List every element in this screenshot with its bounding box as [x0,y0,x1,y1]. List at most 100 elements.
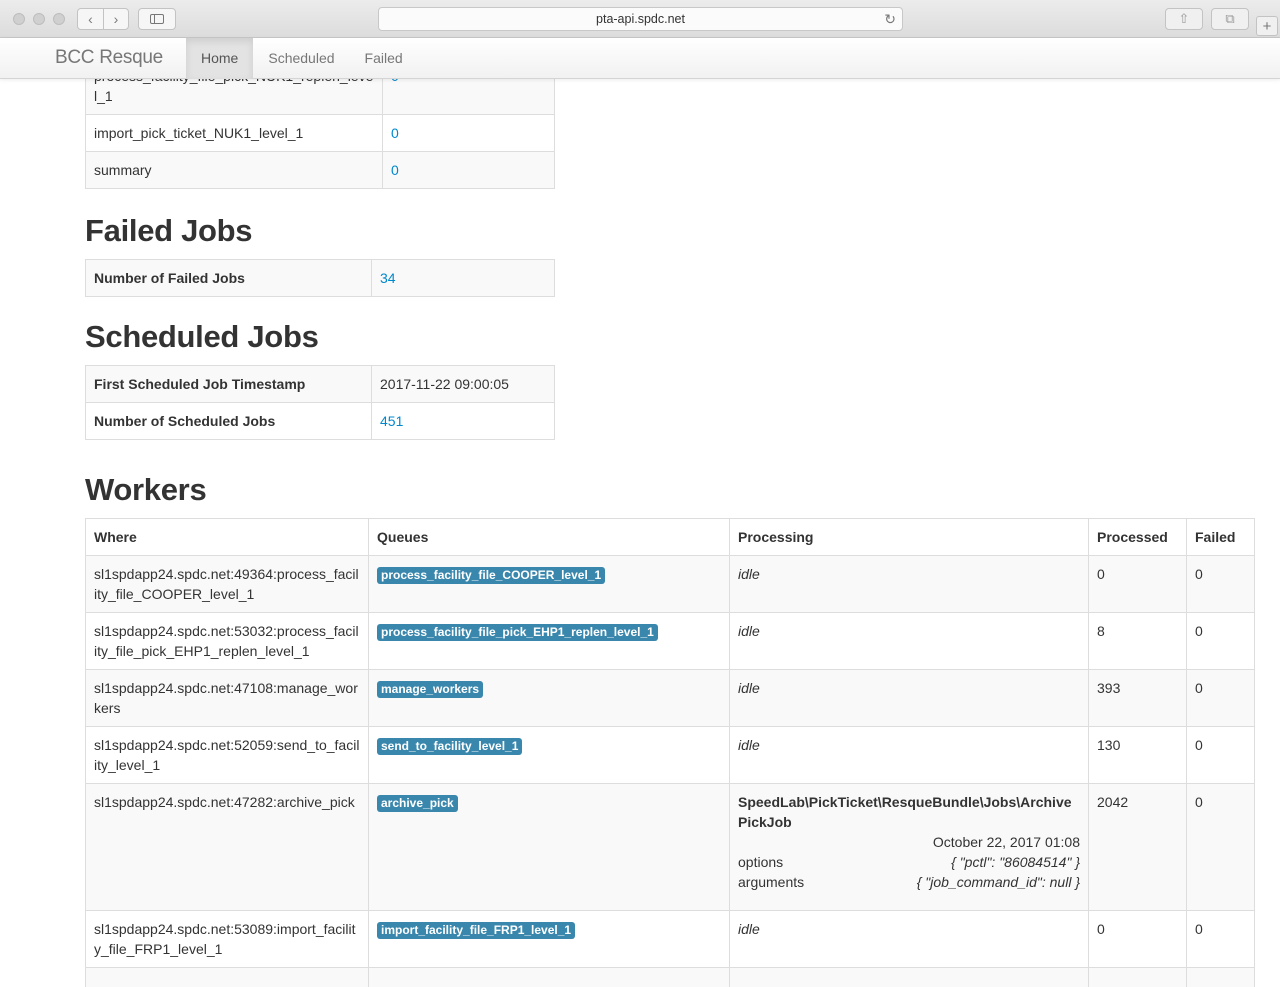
table-row: sl1spdapp24.spdc.net:53032:process_facil… [85,612,1255,670]
worker-processing [729,967,1089,987]
column-header-queues: Queues [368,518,730,556]
worker-processing: idle [729,726,1089,784]
queues-table: process_facility_file_pick_NUK1_replen_l… [85,79,555,189]
table-row: process_facility_file_pick_NUK1_replen_l… [85,79,555,115]
sidebar-toggle-button[interactable] [138,8,176,30]
nav-item-scheduled[interactable]: Scheduled [253,38,349,79]
job-timestamp: October 22, 2017 01:08 [932,834,1080,850]
failed-jobs-value: 34 [371,259,555,297]
queue-count-link[interactable]: 0 [391,79,399,84]
plus-icon: + [1262,17,1272,35]
forward-button[interactable]: › [103,9,128,29]
brand-link[interactable]: BCC Resque [55,47,163,69]
worker-where: sl1spdapp24.spdc.net:49364:process_facil… [85,555,369,613]
worker-processing: idle [729,910,1089,968]
worker-queues: send_to_facility_level_1 [368,726,730,784]
scheduled-jobs-table: First Scheduled Job Timestamp 2017-11-22… [85,365,555,440]
worker-where: sl1spdapp24.spdc.net:47282:archive_pick [85,783,369,911]
queue-count: 0 [382,151,555,189]
queue-badge[interactable]: send_to_facility_level_1 [377,738,523,755]
job-class-name: SpeedLab\PickTicket\ResqueBundle\Jobs\Ar… [738,794,1072,830]
worker-queues: process_facility_file_COOPER_level_1 [368,555,730,613]
queue-badge[interactable]: manage_workers [377,681,484,698]
worker-processing: idle [729,669,1089,727]
worker-failed: 0 [1186,783,1255,911]
job-options: options { "pctl": "86084514" } [738,852,1080,872]
scheduled-jobs-heading: Scheduled Jobs [85,319,319,354]
workers-table-body: sl1spdapp24.spdc.net:49364:process_facil… [85,555,1255,987]
share-icon: ⇧ [1178,11,1190,26]
queue-name[interactable]: summary [85,151,383,189]
worker-where: sl1spdapp24.spdc.net:53089:import_facili… [85,910,369,968]
worker-where: sl1spdapp24.spdc.net:53032:process_facil… [85,612,369,670]
close-window-button[interactable] [13,13,25,25]
worker-processing: SpeedLab\PickTicket\ResqueBundle\Jobs\Ar… [729,783,1089,911]
table-row: sl1spdapp24.spdc.net:49364:process_facil… [85,555,1255,613]
back-button[interactable]: ‹ [78,9,103,29]
chevron-left-icon: ‹ [88,11,93,27]
history-buttons: ‹ › [77,8,129,30]
queue-name[interactable]: import_pick_ticket_NUK1_level_1 [85,114,383,152]
app-navbar: BCC Resque Home Scheduled Failed [0,38,1280,79]
address-bar[interactable]: pta-api.spdc.net ↻ [378,7,903,31]
workers-heading: Workers [85,472,207,507]
queue-name[interactable]: process_facility_file_pick_NUK1_replen_l… [85,79,383,115]
queue-badge[interactable]: process_facility_file_pick_EHP1_replen_l… [377,624,658,641]
sidebar-icon [150,14,164,24]
nav-item-failed[interactable]: Failed [350,38,418,79]
table-row [85,967,1255,987]
worker-processed: 393 [1088,669,1187,727]
queue-badge[interactable]: archive_pick [377,795,458,812]
scheduled-count-link[interactable]: 451 [380,413,403,429]
queue-count-link[interactable]: 0 [391,162,399,178]
url-text: pta-api.spdc.net [596,12,685,26]
content-container: process_facility_file_pick_NUK1_replen_l… [85,79,1255,987]
scheduled-count-label: Number of Scheduled Jobs [85,402,372,440]
worker-where: sl1spdapp24.spdc.net:47108:manage_worker… [85,669,369,727]
worker-queues: process_facility_file_pick_EHP1_replen_l… [368,612,730,670]
nav-menu: Home Scheduled Failed [186,38,418,79]
new-tab-button[interactable]: + [1256,16,1278,36]
worker-failed: 0 [1186,555,1255,613]
worker-processed: 0 [1088,555,1187,613]
worker-failed [1186,967,1255,987]
failed-jobs-table: Number of Failed Jobs 34 [85,259,555,297]
show-tabs-button[interactable]: ⧉ [1211,8,1249,30]
worker-processed [1088,967,1187,987]
table-row: Number of Scheduled Jobs 451 [85,402,555,440]
first-scheduled-value: 2017-11-22 09:00:05 [371,365,555,403]
workers-table: Where Queues Processing Processed Failed [85,518,1255,556]
job-options-value: { "pctl": "86084514" } [951,854,1080,870]
share-button[interactable]: ⇧ [1165,8,1203,30]
nav-item-home[interactable]: Home [186,38,254,79]
job-arguments-value: { "job_command_id": null } [916,874,1080,890]
job-arguments-label: arguments [738,874,805,890]
worker-processing: idle [729,555,1089,613]
failed-jobs-link[interactable]: 34 [380,270,396,286]
worker-failed: 0 [1186,612,1255,670]
worker-processed: 0 [1088,910,1187,968]
queue-count-link[interactable]: 0 [391,125,399,141]
zoom-window-button[interactable] [53,13,65,25]
reload-icon[interactable]: ↻ [884,11,896,28]
worker-processed: 8 [1088,612,1187,670]
queue-badge[interactable]: process_facility_file_COOPER_level_1 [377,567,606,584]
failed-jobs-label: Number of Failed Jobs [85,259,372,297]
scheduled-count-value: 451 [371,402,555,440]
column-header-where: Where [85,518,369,556]
minimize-window-button[interactable] [33,13,45,25]
page-content[interactable]: process_facility_file_pick_NUK1_replen_l… [0,79,1280,987]
column-header-failed: Failed [1186,518,1255,556]
worker-failed: 0 [1186,669,1255,727]
worker-queues [368,967,730,987]
table-row: sl1spdapp24.spdc.net:47282:archive_pick … [85,783,1255,911]
worker-where [85,967,369,987]
worker-processed: 2042 [1088,783,1187,911]
table-row: sl1spdapp24.spdc.net:47108:manage_worker… [85,669,1255,727]
queue-count: 0 [382,114,555,152]
table-row: summary 0 [85,151,555,189]
tabs-icon: ⧉ [1225,11,1235,26]
worker-failed: 0 [1186,726,1255,784]
queue-badge[interactable]: import_facility_file_FRP1_level_1 [377,922,576,939]
table-row: import_pick_ticket_NUK1_level_1 0 [85,114,555,152]
